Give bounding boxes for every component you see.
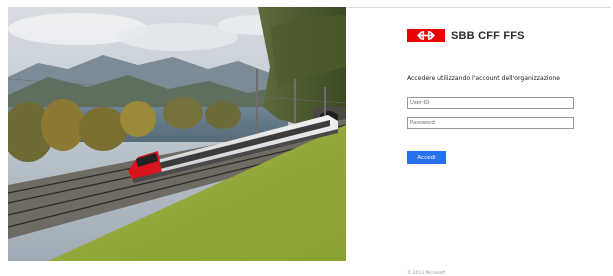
swiss-railways-arrows-icon	[407, 29, 445, 42]
password-input[interactable]	[407, 117, 574, 129]
sign-in-panel: SBB CFF FFS Accedere utilizzando l'accou…	[397, 7, 613, 276]
sign-in-prompt: Accedere utilizzando l'account dell'orga…	[407, 75, 560, 82]
copyright-footer: © 2013 Microsoft	[407, 271, 446, 276]
train-landscape-illustration	[8, 7, 346, 261]
sign-in-button[interactable]: Accedi	[407, 151, 446, 164]
sign-in-page: SBB CFF FFS Accedere utilizzando l'accou…	[0, 0, 613, 276]
brand-name: SBB CFF FFS	[451, 29, 525, 42]
sbb-logo: SBB CFF FFS	[407, 28, 525, 43]
userid-input[interactable]	[407, 97, 574, 109]
